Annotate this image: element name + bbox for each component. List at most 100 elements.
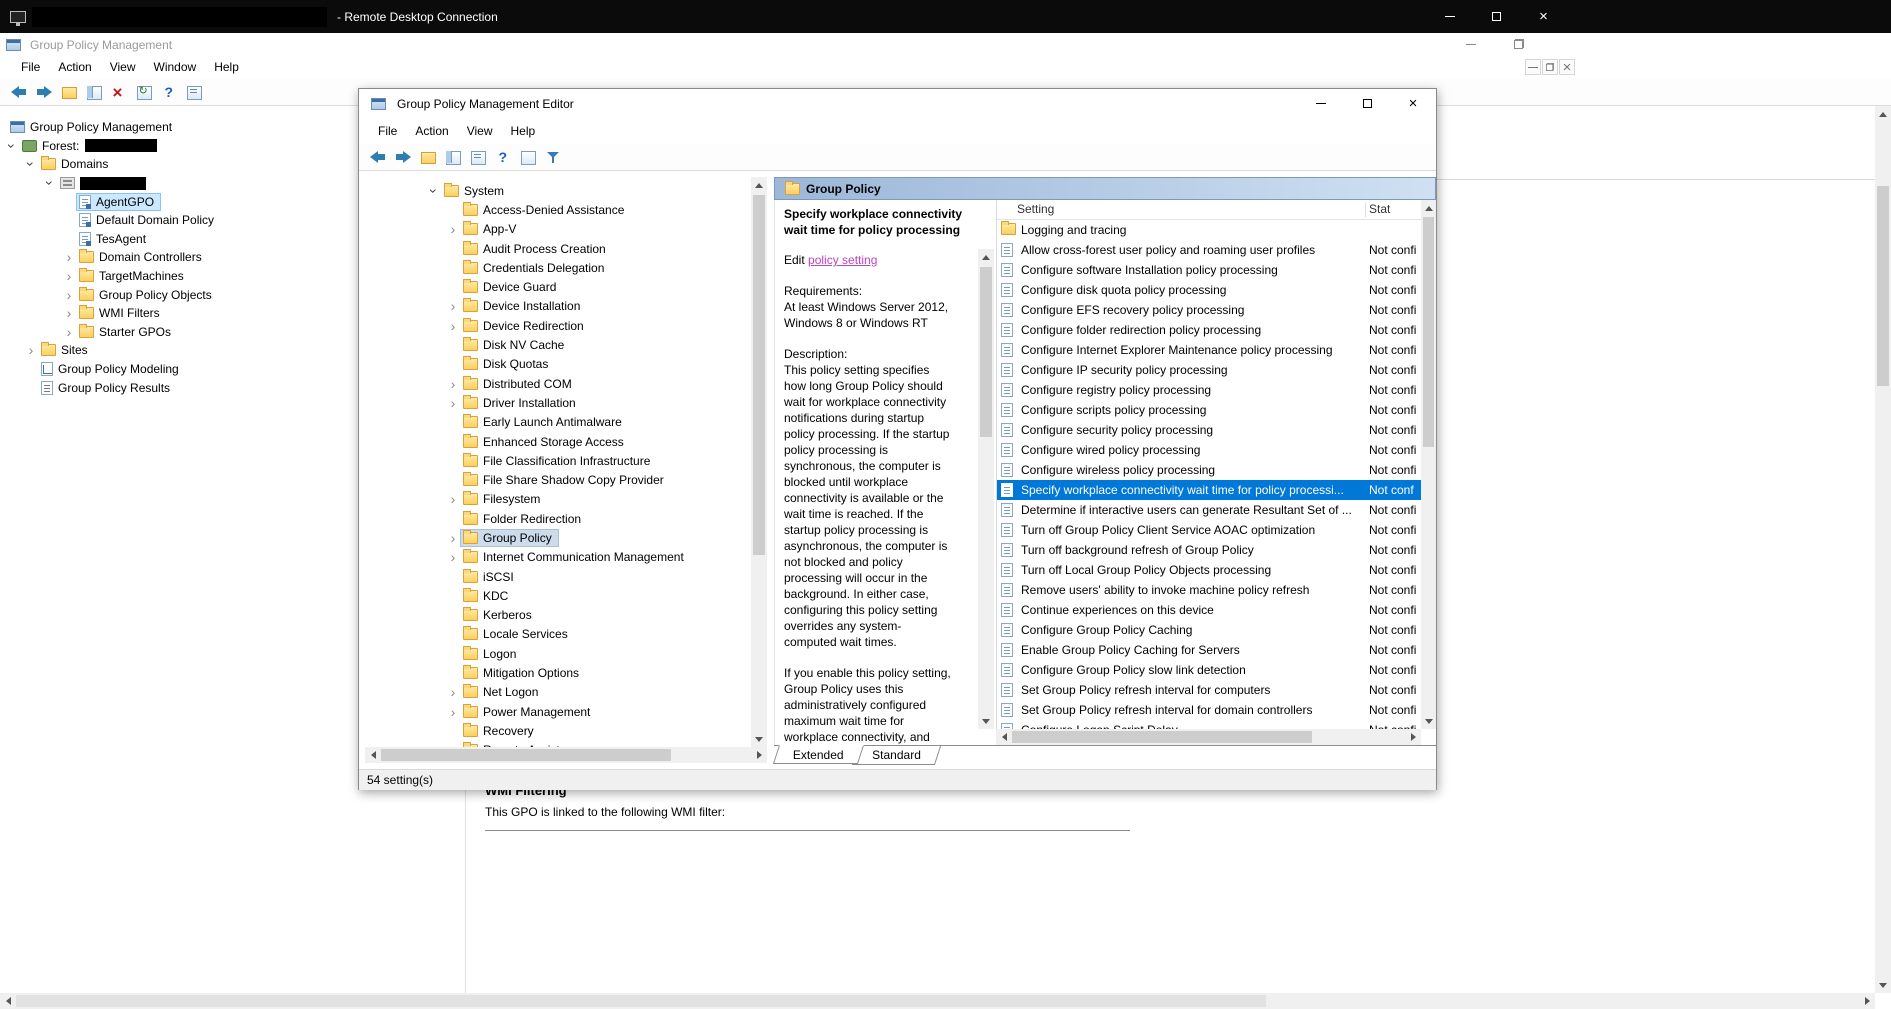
- settings-row-specify-workplace-connectivity-wait-time-for-policy-processi[interactable]: Specify workplace connectivity wait time…: [997, 480, 1421, 500]
- scroll-down-button[interactable]: [751, 731, 767, 747]
- editor-titlebar[interactable]: Group Policy Management Editor ×: [359, 89, 1436, 118]
- icon-view-button[interactable]: [515, 145, 540, 169]
- settings-row-configure-security-policy-processing[interactable]: Configure security policy processingNot …: [997, 420, 1421, 440]
- tree-item-internet-communication-management[interactable]: ›Internet Communication Management: [365, 548, 751, 567]
- minimize-button[interactable]: [1447, 33, 1495, 55]
- tree-item-power-management[interactable]: ›Power Management: [365, 702, 751, 721]
- tree-item-group-policy[interactable]: ›Group Policy: [365, 528, 751, 547]
- tree-item-device-redirection[interactable]: ›Device Redirection: [365, 316, 751, 335]
- tab-extended[interactable]: Extended: [773, 745, 864, 764]
- scroll-left-button[interactable]: [365, 747, 381, 763]
- tree-item-file-share-shadow-copy-provider[interactable]: File Share Shadow Copy Provider: [365, 470, 751, 489]
- scroll-down-button[interactable]: [1421, 713, 1436, 729]
- scroll-right-button[interactable]: [751, 747, 767, 763]
- tree-item-kdc[interactable]: KDC: [365, 586, 751, 605]
- settings-row-configure-efs-recovery-policy-processing[interactable]: Configure EFS recovery policy processing…: [997, 300, 1421, 320]
- restore-button[interactable]: [1495, 33, 1543, 55]
- chevron-right-icon[interactable]: ›: [445, 396, 461, 410]
- menu-file[interactable]: File: [12, 56, 49, 78]
- settings-row-allow-cross-forest-user-policy-and-roaming-user-profiles[interactable]: Allow cross-forest user policy and roami…: [997, 240, 1421, 260]
- tree-item-credentials-delegation[interactable]: Credentials Delegation: [365, 258, 751, 277]
- column-header-setting[interactable]: Setting: [1017, 202, 1054, 216]
- chevron-right-icon[interactable]: ›: [445, 705, 461, 719]
- scrollbar-thumb[interactable]: [753, 195, 765, 555]
- menu-action[interactable]: Action: [49, 56, 100, 78]
- chevron-down-icon[interactable]: ›: [24, 156, 38, 172]
- tree-item-kerberos[interactable]: Kerberos: [365, 606, 751, 625]
- show-console-tree-button[interactable]: [81, 80, 106, 104]
- scrollbar-thumb[interactable]: [980, 267, 992, 437]
- settings-row-turn-off-local-group-policy-objects-processing[interactable]: Turn off Local Group Policy Objects proc…: [997, 560, 1421, 580]
- restore-button[interactable]: [1542, 59, 1558, 75]
- settings-row-configure-group-policy-caching[interactable]: Configure Group Policy CachingNot confi: [997, 620, 1421, 640]
- editor-tree-horizontal-scrollbar[interactable]: [365, 747, 767, 763]
- close-button[interactable]: ×: [1559, 59, 1575, 75]
- menu-view[interactable]: View: [101, 56, 145, 78]
- scroll-left-button[interactable]: [996, 729, 1012, 745]
- settings-row-configure-internet-explorer-maintenance-policy-processing[interactable]: Configure Internet Explorer Maintenance …: [997, 340, 1421, 360]
- settings-row-configure-disk-quota-policy-processing[interactable]: Configure disk quota policy processingNo…: [997, 280, 1421, 300]
- export-list-button[interactable]: [181, 80, 206, 104]
- chevron-down-icon[interactable]: ›: [427, 183, 441, 199]
- close-button[interactable]: ×: [1520, 0, 1567, 33]
- scroll-right-button[interactable]: [1405, 729, 1421, 745]
- tree-item-driver-installation[interactable]: ›Driver Installation: [365, 393, 751, 412]
- forward-button[interactable]: [390, 145, 415, 169]
- menu-help[interactable]: Help: [205, 56, 248, 78]
- tree-item-filesystem[interactable]: ›Filesystem: [365, 490, 751, 509]
- chevron-right-icon[interactable]: ›: [23, 343, 39, 357]
- tree-item-locale-services[interactable]: Locale Services: [365, 625, 751, 644]
- scroll-right-button[interactable]: [1859, 993, 1875, 1009]
- settings-row-configure-software-installation-policy-processing[interactable]: Configure software Installation policy p…: [997, 260, 1421, 280]
- tree-item-device-installation[interactable]: ›Device Installation: [365, 297, 751, 316]
- chevron-right-icon[interactable]: ›: [61, 288, 77, 302]
- tree-item-app-v[interactable]: ›App-V: [365, 220, 751, 239]
- chevron-right-icon[interactable]: ›: [445, 377, 461, 391]
- chevron-down-icon[interactable]: ›: [43, 175, 57, 191]
- minimize-button[interactable]: [1525, 59, 1541, 75]
- tree-item-recovery[interactable]: Recovery: [365, 721, 751, 740]
- tree-item-mitigation-options[interactable]: Mitigation Options: [365, 663, 751, 682]
- tree-item-file-classification-infrastructure[interactable]: File Classification Infrastructure: [365, 451, 751, 470]
- chevron-right-icon[interactable]: ›: [445, 531, 461, 545]
- tree-item-access-denied-assistance[interactable]: Access-Denied Assistance: [365, 200, 751, 219]
- export-list-button[interactable]: [465, 145, 490, 169]
- minimize-button[interactable]: [1426, 0, 1473, 33]
- settings-row-configure-scripts-policy-processing[interactable]: Configure scripts policy processingNot c…: [997, 400, 1421, 420]
- scroll-up-button[interactable]: [1421, 200, 1436, 216]
- menu-help[interactable]: Help: [502, 120, 545, 142]
- maximize-button[interactable]: [1473, 0, 1520, 33]
- tree-item-disk-quotas[interactable]: Disk Quotas: [365, 355, 751, 374]
- settings-row-set-group-policy-refresh-interval-for-computers[interactable]: Set Group Policy refresh interval for co…: [997, 680, 1421, 700]
- column-divider[interactable]: [1365, 202, 1366, 217]
- close-button[interactable]: ×: [1390, 89, 1436, 117]
- editor-tree-vertical-scrollbar[interactable]: [751, 177, 767, 747]
- chevron-right-icon[interactable]: ›: [61, 306, 77, 320]
- chevron-right-icon[interactable]: ›: [445, 685, 461, 699]
- scroll-down-button[interactable]: [978, 713, 994, 729]
- tree-item-folder-redirection[interactable]: Folder Redirection: [365, 509, 751, 528]
- scrollbar-thumb[interactable]: [381, 749, 671, 761]
- tree-item-disk-nv-cache[interactable]: Disk NV Cache: [365, 335, 751, 354]
- scrollbar-thumb[interactable]: [1423, 217, 1434, 447]
- scrollbar-thumb[interactable]: [1877, 186, 1889, 386]
- chevron-right-icon[interactable]: ›: [61, 250, 77, 264]
- settings-row-continue-experiences-on-this-device[interactable]: Continue experiences on this deviceNot c…: [997, 600, 1421, 620]
- chevron-right-icon[interactable]: ›: [445, 222, 461, 236]
- scroll-up-button[interactable]: [751, 177, 767, 193]
- show-console-tree-button[interactable]: [440, 145, 465, 169]
- maximize-button[interactable]: [1344, 89, 1390, 117]
- settings-row-turn-off-background-refresh-of-group-policy[interactable]: Turn off background refresh of Group Pol…: [997, 540, 1421, 560]
- settings-row-enable-group-policy-caching-for-servers[interactable]: Enable Group Policy Caching for ServersN…: [997, 640, 1421, 660]
- tree-item-logon[interactable]: Logon: [365, 644, 751, 663]
- settings-row-configure-ip-security-policy-processing[interactable]: Configure IP security policy processingN…: [997, 360, 1421, 380]
- scroll-left-button[interactable]: [0, 993, 16, 1009]
- rdp-horizontal-scrollbar[interactable]: [0, 993, 1875, 1009]
- settings-row-set-group-policy-refresh-interval-for-domain-controllers[interactable]: Set Group Policy refresh interval for do…: [997, 700, 1421, 720]
- scroll-up-button[interactable]: [978, 249, 994, 265]
- menu-action[interactable]: Action: [406, 120, 457, 142]
- tree-item-system[interactable]: ›System: [365, 181, 751, 200]
- tree-item-early-launch-antimalware[interactable]: Early Launch Antimalware: [365, 413, 751, 432]
- scroll-up-button[interactable]: [1875, 106, 1891, 122]
- settings-row-configure-registry-policy-processing[interactable]: Configure registry policy processingNot …: [997, 380, 1421, 400]
